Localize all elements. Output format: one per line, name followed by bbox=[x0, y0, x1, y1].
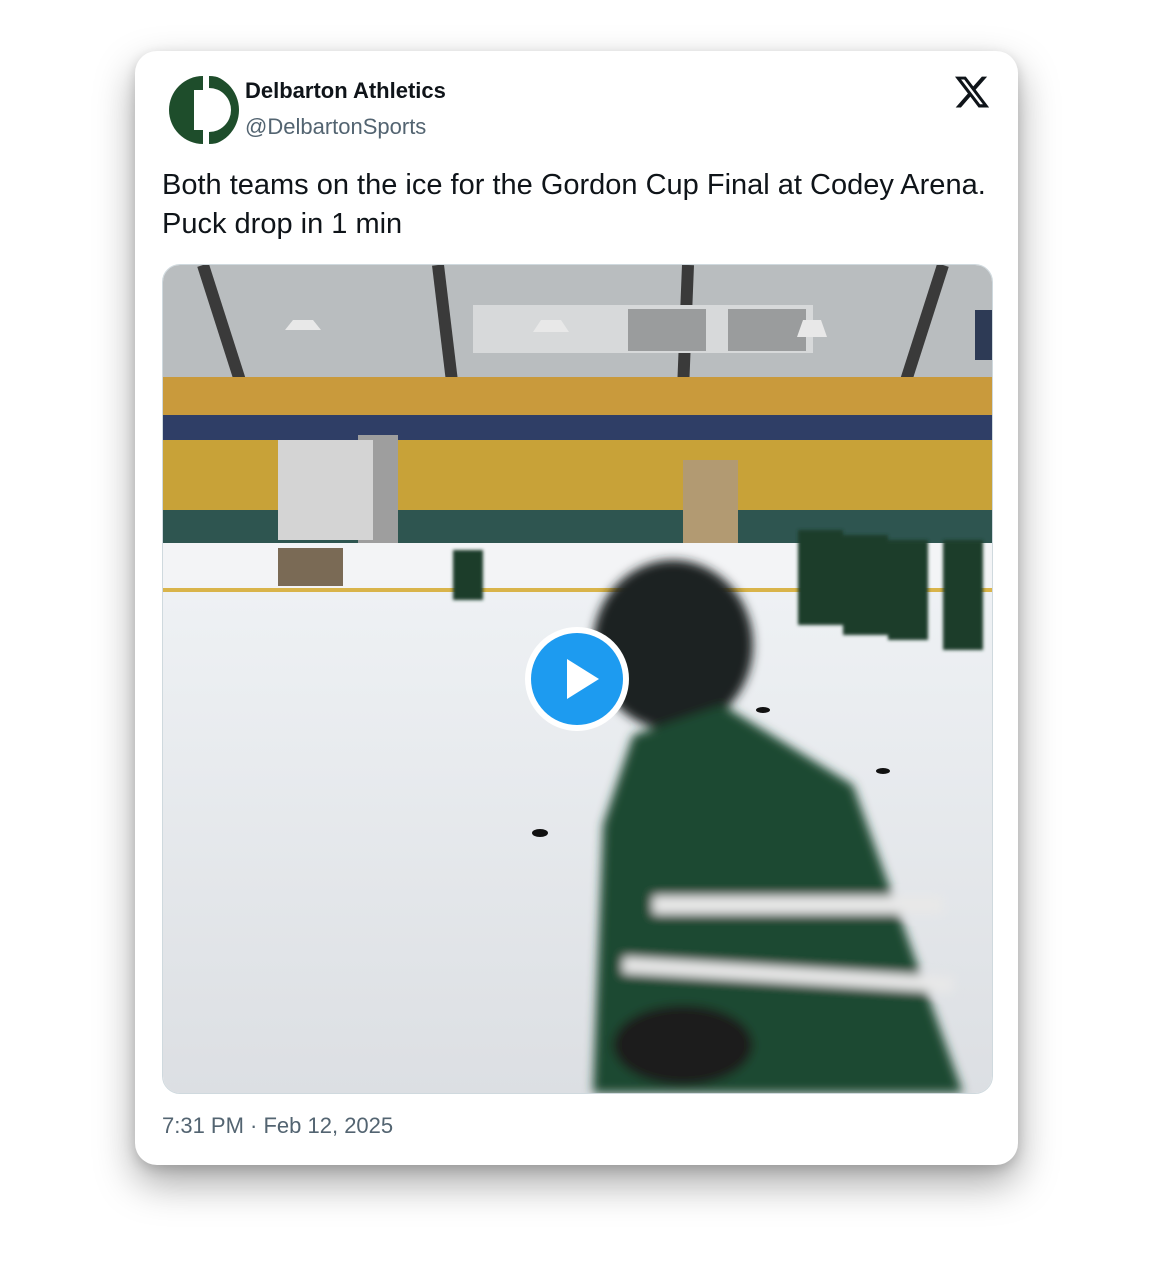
author-handle[interactable]: @DelbartonSports bbox=[245, 114, 426, 140]
video-player[interactable] bbox=[162, 264, 993, 1094]
author-avatar[interactable] bbox=[167, 74, 239, 146]
tweet-text: Both teams on the ice for the Gordon Cup… bbox=[162, 169, 986, 240]
play-button[interactable] bbox=[525, 627, 629, 731]
author-display-name[interactable]: Delbarton Athletics bbox=[245, 78, 446, 104]
delbarton-logo-icon bbox=[167, 74, 239, 146]
tweet-card: Delbarton Athletics @DelbartonSports Bot… bbox=[135, 51, 1018, 1165]
x-logo-icon[interactable] bbox=[953, 73, 991, 111]
play-icon bbox=[531, 633, 623, 725]
tweet-timestamp[interactable]: 7:31 PM · Feb 12, 2025 bbox=[162, 1113, 393, 1139]
